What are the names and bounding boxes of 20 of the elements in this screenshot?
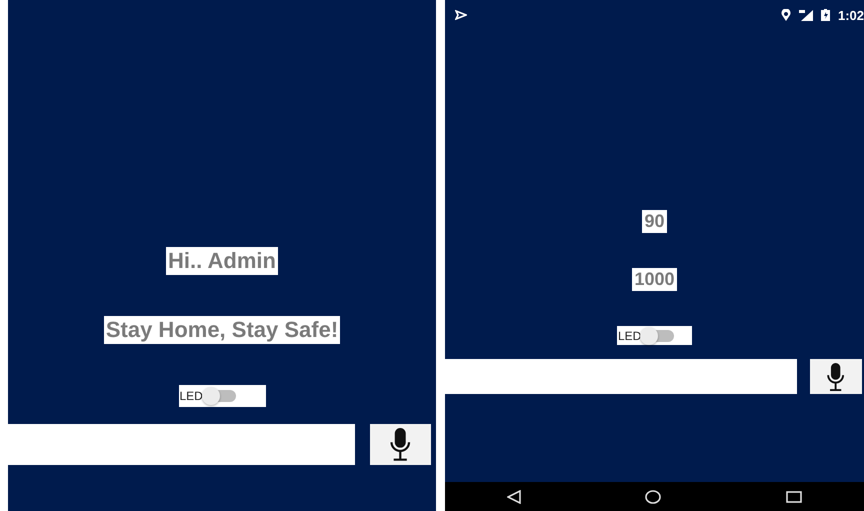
- play-icon: [455, 10, 467, 20]
- battery-icon: [820, 9, 830, 21]
- microphone-button[interactable]: [370, 424, 431, 465]
- microphone-icon: [389, 428, 412, 461]
- text-input-field[interactable]: [445, 359, 797, 394]
- microphone-button[interactable]: [810, 359, 862, 394]
- text-label: 90: [642, 210, 667, 233]
- signal-icon: [798, 10, 813, 20]
- microphone-icon: [826, 362, 846, 390]
- home-icon[interactable]: [645, 490, 662, 504]
- led-label: LED: [618, 328, 642, 342]
- text-label: 1000: [632, 268, 677, 291]
- text-input-field[interactable]: [8, 424, 355, 465]
- back-icon[interactable]: [507, 490, 522, 504]
- text-label: Hi.. Admin: [166, 247, 278, 275]
- recent-apps-icon[interactable]: [786, 490, 802, 502]
- led-label: LED: [180, 389, 203, 403]
- text-label: Stay Home, Stay Safe!: [104, 316, 340, 344]
- status-time: 1:02: [838, 8, 864, 22]
- location-pin-icon: [780, 9, 791, 21]
